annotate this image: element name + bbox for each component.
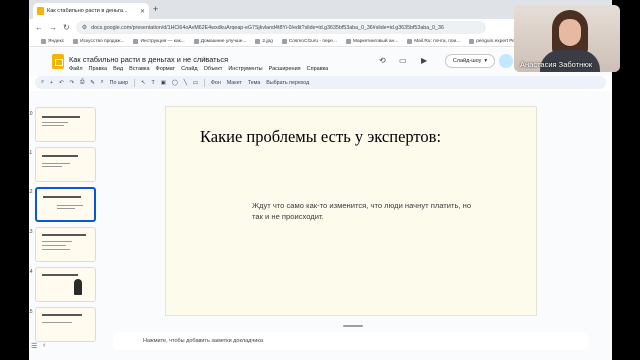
layout-button[interactable]: Макет (227, 80, 242, 86)
bookmark-icon (255, 38, 261, 44)
zoom-icon[interactable]: ⌕ (101, 79, 104, 86)
slide-title[interactable]: Какие проблемы есть у экспертов: (200, 127, 441, 147)
notes-resize-handle[interactable] (343, 325, 363, 327)
bookmark-item[interactable]: Искусство продаж... (73, 38, 124, 44)
print-icon[interactable]: ⎙ (80, 79, 84, 86)
comment-add-icon[interactable]: ▭ (193, 80, 198, 86)
speaker-notes-placeholder: Нажмите, чтобы добавить заметки докладчи… (143, 338, 263, 344)
bookmark-item[interactable]: Mail.Ru: почта, пои... (407, 38, 460, 44)
text-box-icon[interactable]: T (151, 80, 154, 86)
toolbar-divider (134, 78, 136, 87)
slide-thumbnail[interactable] (35, 307, 96, 342)
slide-thumbnail[interactable] (35, 267, 96, 302)
menu-format[interactable]: Формат (156, 66, 176, 72)
close-tab-icon[interactable]: ✕ (140, 8, 145, 15)
line-icon[interactable]: ╲ (184, 80, 187, 86)
comment-icon[interactable]: ▭ (399, 56, 407, 65)
zoom-select[interactable]: По шир (110, 80, 128, 86)
person-figure (74, 279, 82, 295)
slide-number: 12 (29, 189, 33, 195)
transition-button[interactable]: Выбрать переход (266, 80, 309, 86)
new-tab-icon[interactable]: + (153, 4, 158, 14)
grid-view-icon[interactable]: ☰ (31, 342, 37, 350)
speaker-notes[interactable]: Нажмите, чтобы добавить заметки докладчи… (113, 332, 589, 350)
presenter-name: Анастасия Заботнюк (520, 60, 593, 69)
image-icon[interactable]: ▣ (161, 80, 166, 86)
menu-object[interactable]: Объект (204, 66, 223, 72)
chevron-down-icon: ▾ (484, 58, 488, 64)
menu-extensions[interactable]: Расширения (269, 66, 301, 72)
bookmark-item[interactable]: 2.jpg (255, 38, 273, 44)
bookmark-item[interactable]: Инструкция — как... (133, 38, 185, 44)
bookmark-item[interactable]: Домашние улучше... (193, 38, 246, 44)
reload-icon[interactable]: ↻ (63, 23, 70, 32)
background-button[interactable]: Фон (211, 80, 221, 86)
paint-format-icon[interactable]: ✎ (90, 80, 94, 86)
slide-number: 11 (29, 150, 33, 156)
slide-canvas[interactable]: Какие проблемы есть у экспертов: Ждут чт… (166, 107, 536, 315)
bookmark-icon (345, 38, 351, 44)
redo-icon[interactable]: ↷ (70, 80, 74, 86)
slides-favicon-icon (37, 7, 44, 15)
slide-thumbnail[interactable] (35, 107, 96, 142)
address-bar[interactable]: ⚙ docs.google.com/presentation/d/1HCl64o… (75, 21, 486, 34)
share-button[interactable] (499, 54, 513, 68)
bookmark-icon (41, 38, 46, 44)
bookmark-icon (73, 38, 79, 44)
star-icon[interactable]: ☆ (201, 55, 207, 63)
slide-filmstrip: 10 11 12 13 14 15 (29, 91, 105, 360)
bookmark-icon (281, 38, 287, 44)
menu-insert[interactable]: Вставка (129, 66, 149, 72)
webcam-overlay: Анастасия Заботнюк (514, 5, 620, 72)
back-icon[interactable]: ← (35, 23, 43, 32)
forward-icon[interactable]: → (49, 23, 57, 32)
slide-number: 14 (29, 269, 33, 275)
site-info-icon[interactable]: ⚙ (82, 24, 87, 31)
tab-title: Как стабильно расти в деньга... (47, 8, 128, 14)
toolbar: ⌕ + ↶ ↷ ⎙ ✎ ⌕ По шир ↖ T ▣ ◯ ╲ ▭ Фон Мак… (35, 76, 606, 89)
new-slide-icon[interactable]: + (50, 80, 53, 86)
slides-logo-icon[interactable] (52, 54, 64, 69)
slide-thumbnail[interactable] (35, 227, 96, 262)
slideshow-button[interactable]: Слайд-шоу ▾ (445, 54, 495, 68)
url-text: docs.google.com/presentation/d/1HCl64oAv… (91, 24, 444, 31)
editor-workspace: Какие проблемы есть у экспертов: Ждут чт… (105, 91, 612, 360)
slide-number: 10 (29, 111, 33, 117)
menu-slide[interactable]: Слайд (181, 66, 198, 72)
menu-file[interactable]: Файл (69, 66, 83, 72)
bookmark-item[interactable]: Яндекс (41, 38, 64, 44)
select-cursor-icon[interactable]: ↖ (141, 80, 145, 86)
search-menus-icon[interactable]: ⌕ (41, 79, 44, 86)
menu-tools[interactable]: Инструменты (228, 66, 262, 72)
slide-body-text[interactable]: Ждут что само как-то изменится, что люди… (252, 200, 482, 222)
theme-button[interactable]: Тема (248, 80, 260, 86)
bookmark-item[interactable]: Маркетинговый ан... (345, 38, 398, 44)
bookmark-icon (469, 38, 475, 44)
slide-thumbnail[interactable] (35, 147, 96, 182)
bookmark-icon (133, 38, 139, 44)
video-call-icon[interactable]: ▶ (421, 56, 427, 65)
collapse-icon[interactable]: ‹ (43, 342, 45, 349)
menu-view[interactable]: Вид (113, 66, 123, 72)
browser-tab-active[interactable]: Как стабильно расти в деньга... ✕ (33, 3, 149, 19)
slide-thumbnail-selected[interactable] (35, 187, 96, 222)
shape-icon[interactable]: ◯ (172, 80, 178, 86)
bookmark-icon (193, 38, 199, 44)
presenter-face (559, 19, 581, 46)
slide-number: 15 (29, 309, 33, 315)
undo-icon[interactable]: ↶ (59, 80, 63, 86)
menu-edit[interactable]: Правка (89, 66, 108, 72)
slide-number: 13 (29, 229, 33, 235)
menu-help[interactable]: Справка (307, 66, 329, 72)
menu-bar: Файл Правка Вид Вставка Формат Слайд Объ… (69, 66, 328, 72)
bookmark-icon (407, 38, 413, 44)
bookmark-item[interactable]: CosmoCGuru - пере... (281, 38, 337, 44)
history-icon[interactable]: ⟲ (379, 56, 386, 65)
toolbar-divider (203, 78, 205, 87)
